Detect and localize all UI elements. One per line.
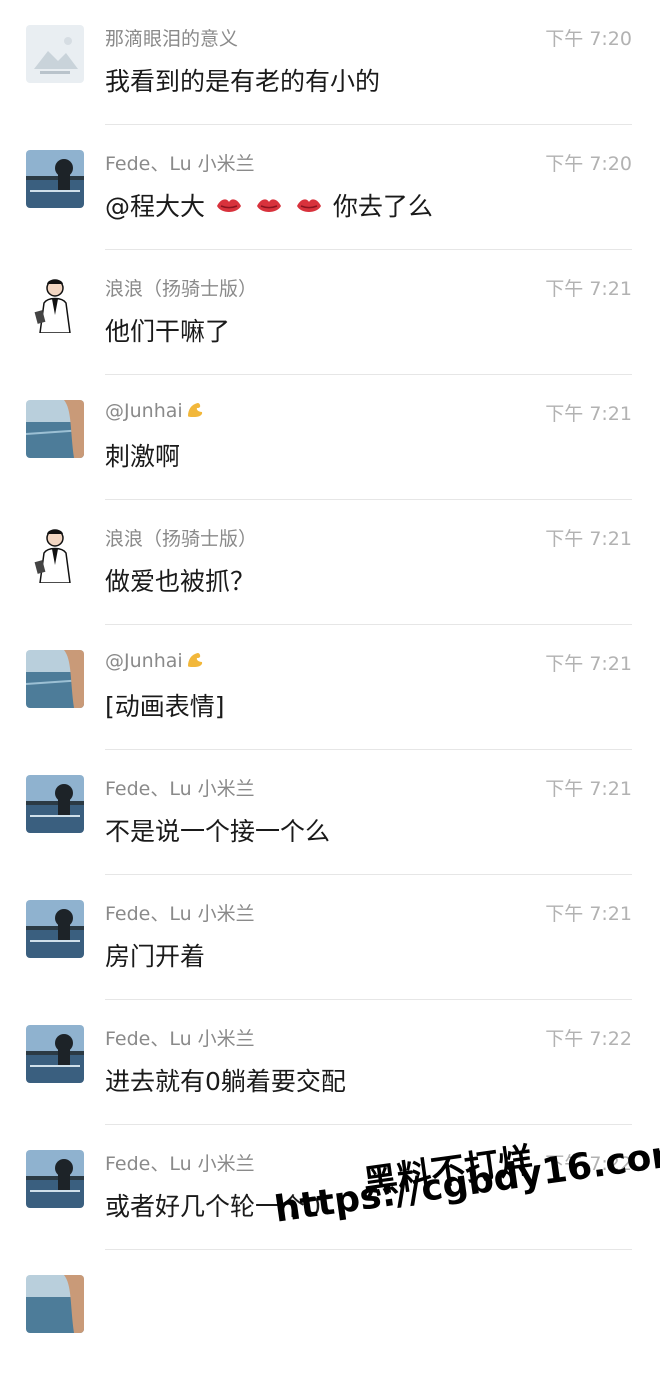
sea-photo-icon	[26, 1025, 84, 1083]
flexed-biceps-icon	[185, 399, 205, 424]
sea-photo-icon	[26, 900, 84, 958]
sender-name: Fede、Lu 小米兰	[105, 903, 255, 925]
cartoon-man-icon	[26, 275, 84, 333]
message-list: 那滴眼泪的意义 下午 7:20 我看到的是有老的有小的 Fede、Lu 小米兰 …	[0, 0, 660, 1375]
cartoon-man-icon	[26, 525, 84, 583]
list-item[interactable]: Fede、Lu 小米兰 下午 7:21 房门开着	[0, 875, 660, 1000]
list-item[interactable]: Fede、Lu 小米兰 下午 7:22 或者好几个轮一个0	[0, 1125, 660, 1250]
landscape-placeholder-icon	[26, 25, 84, 83]
list-item[interactable]: 浪浪（扬骑士版） 下午 7:21 做爱也被抓？	[0, 500, 660, 625]
list-item[interactable]: Fede、Lu 小米兰 下午 7:21 不是说一个接一个么	[0, 750, 660, 875]
beach-photo-icon	[26, 650, 84, 708]
message-time: 下午 7:20	[545, 153, 632, 175]
sender-name: Fede、Lu 小米兰	[105, 1028, 255, 1050]
message-text: @程大大 你去了么	[105, 187, 433, 223]
message-text: 进去就有0躺着要交配	[105, 1067, 346, 1096]
sea-photo-icon	[26, 150, 84, 208]
beach-photo-icon	[26, 1275, 84, 1333]
message-text: 不是说一个接一个么	[105, 817, 331, 846]
message-time: 下午 7:22	[545, 1028, 632, 1050]
flexed-biceps-icon	[185, 649, 205, 674]
message-suffix: 你去了么	[332, 192, 433, 221]
message-text: 或者好几个轮一个0	[105, 1192, 321, 1221]
message-time: 下午 7:21	[545, 653, 632, 675]
sender-name-text: @Junhai	[105, 650, 183, 672]
list-item[interactable]: 那滴眼泪的意义 下午 7:20 我看到的是有老的有小的	[0, 0, 660, 125]
sender-name: 那滴眼泪的意义	[105, 28, 239, 50]
kiss-mark-icon	[295, 194, 323, 223]
list-item[interactable]: @Junhai 下午 7:21 刺激啊	[0, 375, 660, 500]
message-text: 他们干嘛了	[105, 317, 231, 346]
list-item[interactable]: Fede、Lu 小米兰 下午 7:20 @程大大 你去了么	[0, 125, 660, 250]
message-text: [动画表情]	[105, 692, 225, 721]
sender-name: 浪浪（扬骑士版）	[105, 278, 258, 300]
sender-name: @Junhai	[105, 649, 207, 674]
list-item[interactable]: 浪浪（扬骑士版） 下午 7:21 他们干嘛了	[0, 250, 660, 375]
sender-name: 浪浪（扬骑士版）	[105, 528, 258, 550]
message-time: 下午 7:20	[545, 28, 632, 50]
sender-name: Fede、Lu 小米兰	[105, 153, 255, 175]
sender-name: @Junhai	[105, 399, 207, 424]
beach-photo-icon	[26, 400, 84, 458]
sea-photo-icon	[26, 1150, 84, 1208]
kiss-mark-icon	[255, 194, 283, 223]
message-text: 刺激啊	[105, 442, 181, 471]
sender-name-text: @Junhai	[105, 400, 183, 422]
message-time: 下午 7:21	[545, 278, 632, 300]
list-item[interactable]: @Junhai 下午 7:21 [动画表情]	[0, 625, 660, 750]
message-time: 下午 7:21	[545, 528, 632, 550]
sender-name: Fede、Lu 小米兰	[105, 778, 255, 800]
mention-text: @程大大	[105, 192, 206, 221]
message-text: 我看到的是有老的有小的	[105, 67, 381, 96]
message-time: 下午 7:21	[545, 778, 632, 800]
message-time: 下午 7:22	[545, 1153, 632, 1175]
sender-name: Fede、Lu 小米兰	[105, 1153, 255, 1175]
sea-photo-icon	[26, 775, 84, 833]
message-text: 房门开着	[105, 942, 206, 971]
list-item[interactable]: Fede、Lu 小米兰 下午 7:22 进去就有0躺着要交配	[0, 1000, 660, 1125]
message-time: 下午 7:21	[545, 403, 632, 425]
list-item[interactable]	[0, 1250, 660, 1375]
message-text: 做爱也被抓？	[105, 567, 256, 596]
message-time: 下午 7:21	[545, 903, 632, 925]
kiss-mark-icon	[215, 194, 243, 223]
